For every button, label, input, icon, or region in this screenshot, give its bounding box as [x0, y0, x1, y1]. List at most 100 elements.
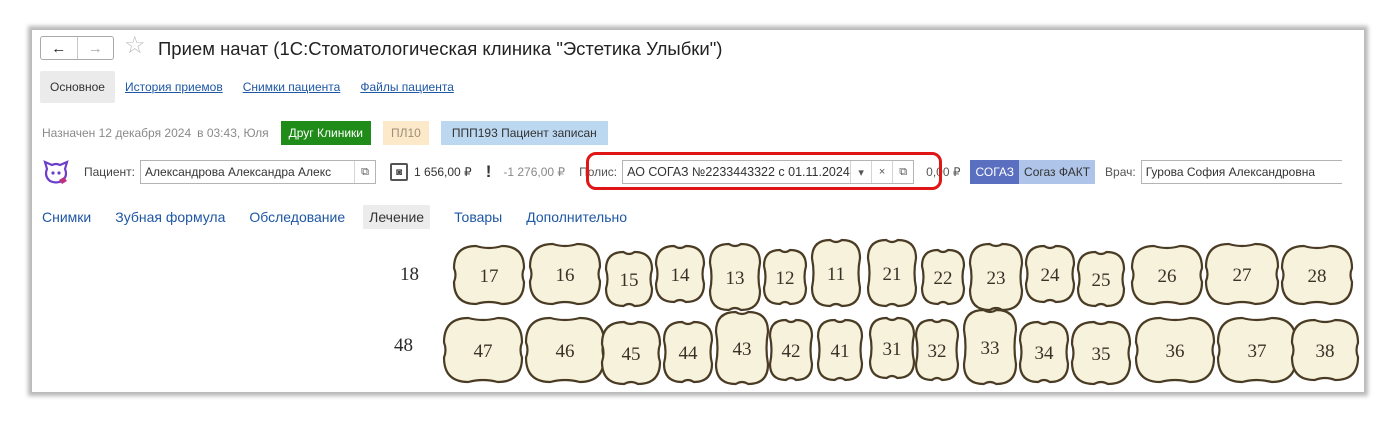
tab-patient-files[interactable]: Файлы пациента: [360, 80, 454, 94]
tooth-number: 15: [620, 270, 639, 291]
tooth-24[interactable]: 24: [1024, 244, 1076, 304]
upper-teeth: 17 16 15 14 13 12 11 21 22 23 24 25 26 27 28: [452, 238, 1354, 312]
tooth-number: 27: [1233, 265, 1252, 286]
tooth-47[interactable]: 47: [442, 316, 524, 384]
tooth-12[interactable]: 12: [762, 248, 808, 306]
tooth-number: 16: [556, 265, 575, 286]
tooth-number: 47: [474, 341, 493, 362]
tooth-22[interactable]: 22: [920, 248, 966, 306]
patient-field[interactable]: Александрова Александра Алекс ⧉: [140, 160, 377, 184]
tooth-34[interactable]: 34: [1018, 320, 1070, 384]
tooth-14[interactable]: 14: [654, 244, 706, 304]
nav-buttons: ← →: [40, 36, 114, 60]
tooth-45[interactable]: 45: [600, 320, 662, 386]
insurer-badge[interactable]: СОГАЗ: [970, 160, 1020, 184]
lower-teeth: 47 46 45 44 43 42 41 31 32 33 34 35 36 37 38: [442, 308, 1360, 386]
tooth-33[interactable]: 33: [962, 308, 1018, 386]
lower-row-label: 48: [394, 335, 413, 356]
tooth-27[interactable]: 27: [1204, 242, 1280, 306]
policy-highlight: [586, 152, 942, 190]
upper-row-label: 18: [400, 264, 419, 285]
top-tabs: Основное История приемов Снимки пациента…: [40, 70, 464, 104]
tooth-16[interactable]: 16: [528, 242, 602, 306]
tooth-21[interactable]: 21: [866, 238, 918, 308]
tooth-number: 33: [981, 338, 1000, 359]
status-badge[interactable]: ППП193 Пациент записан: [440, 121, 608, 145]
tooth-13[interactable]: 13: [708, 242, 762, 312]
tooth-number: 22: [934, 268, 953, 289]
tooth-number: 28: [1308, 266, 1327, 287]
tooth-17[interactable]: 17: [452, 244, 526, 306]
tooth-number: 37: [1248, 341, 1267, 362]
tooth-number: 36: [1166, 341, 1185, 362]
star-icon[interactable]: ☆: [124, 34, 146, 58]
tooth-number: 26: [1158, 266, 1177, 287]
doctor-value[interactable]: Гурова София Александровна: [1142, 165, 1319, 179]
tooth-44[interactable]: 44: [662, 320, 714, 384]
tooth-number: 43: [733, 339, 752, 360]
assigned-time-text: в 03:43, Юля: [197, 126, 269, 140]
tooth-number: 31: [883, 339, 902, 360]
balance-value: 1 656,00 ₽: [414, 165, 472, 179]
warning-icon: !: [485, 162, 492, 181]
dental-chart: 18 48 17 16 15 14 13 12 11 21 22 23 24 25 26 27 28 47 4…: [394, 238, 1360, 386]
tooth-42[interactable]: 42: [768, 318, 814, 382]
tooth-number: 35: [1092, 344, 1111, 365]
safe-icon: ◙: [390, 163, 409, 181]
status-row: Назначен 12 декабря 2024 в 03:43, Юля Др…: [42, 121, 608, 145]
tooth-number: 45: [622, 344, 641, 365]
tooth-number: 46: [556, 341, 575, 362]
tooth-number: 13: [726, 268, 745, 289]
tooth-38[interactable]: 38: [1290, 318, 1360, 382]
appointment-window: ← → ☆ Прием начат (1С:Стоматологическая …: [32, 30, 1364, 392]
tab-visit-history[interactable]: История приемов: [125, 80, 223, 94]
tab-patient-images[interactable]: Снимки пациента: [243, 80, 341, 94]
tooth-15[interactable]: 15: [604, 250, 654, 308]
back-arrow-icon[interactable]: ←: [41, 37, 78, 59]
patient-label: Пациент:: [84, 165, 136, 179]
tooth-number: 17: [480, 266, 499, 287]
friend-badge[interactable]: Друг Клиники: [280, 121, 371, 145]
tooth-35[interactable]: 35: [1070, 320, 1132, 386]
tooth-36[interactable]: 36: [1134, 316, 1216, 384]
tab-treatment[interactable]: Лечение: [363, 205, 431, 229]
tooth-number: 34: [1035, 343, 1055, 364]
tooth-41[interactable]: 41: [816, 318, 864, 382]
tab-images[interactable]: Снимки: [42, 209, 91, 225]
tab-main[interactable]: Основное: [40, 71, 115, 103]
window-title: Прием начат (1С:Стоматологическая клиник…: [158, 38, 723, 59]
tooth-37[interactable]: 37: [1216, 316, 1298, 384]
patient-logo-icon: [43, 160, 69, 184]
tooth-23[interactable]: 23: [968, 242, 1024, 312]
tab-goods[interactable]: Товары: [454, 209, 502, 225]
doctor-label: Врач:: [1105, 165, 1136, 179]
doctor-field[interactable]: Гурова София Александровна: [1140, 160, 1342, 184]
tab-dental-formula[interactable]: Зубная формула: [115, 209, 225, 225]
assigned-text: Назначен 12 декабря 2024: [42, 126, 192, 140]
tab-additional[interactable]: Дополнительно: [526, 209, 627, 225]
open-patient-icon[interactable]: ⧉: [354, 161, 375, 183]
tooth-46[interactable]: 46: [524, 316, 606, 384]
tooth-number: 32: [928, 341, 947, 362]
tooth-number: 12: [776, 268, 795, 289]
tooth-number: 21: [883, 264, 902, 285]
tooth-11[interactable]: 11: [810, 238, 862, 308]
tooth-26[interactable]: 26: [1130, 244, 1204, 306]
forward-arrow-icon[interactable]: →: [78, 37, 114, 59]
tooth-43[interactable]: 43: [714, 310, 770, 386]
patient-value[interactable]: Александрова Александра Алекс: [141, 165, 354, 179]
tooth-25[interactable]: 25: [1076, 250, 1126, 308]
tooth-32[interactable]: 32: [914, 318, 960, 382]
tooth-number: 42: [782, 341, 801, 362]
insurer-fact-badge[interactable]: Согаз ФАКТ: [1019, 160, 1096, 184]
tooth-28[interactable]: 28: [1280, 244, 1354, 306]
tooth-number: 25: [1092, 270, 1111, 291]
tooth-number: 24: [1041, 265, 1061, 286]
tooth-number: 23: [987, 268, 1006, 289]
tooth-number: 38: [1316, 341, 1335, 362]
tab-examination[interactable]: Обследование: [249, 209, 345, 225]
tooth-31[interactable]: 31: [868, 316, 916, 380]
tooth-number: 14: [671, 265, 691, 286]
pl-badge[interactable]: ПЛ10: [382, 121, 429, 145]
section-tabs: Снимки Зубная формула Обследование Лечен…: [42, 204, 651, 230]
